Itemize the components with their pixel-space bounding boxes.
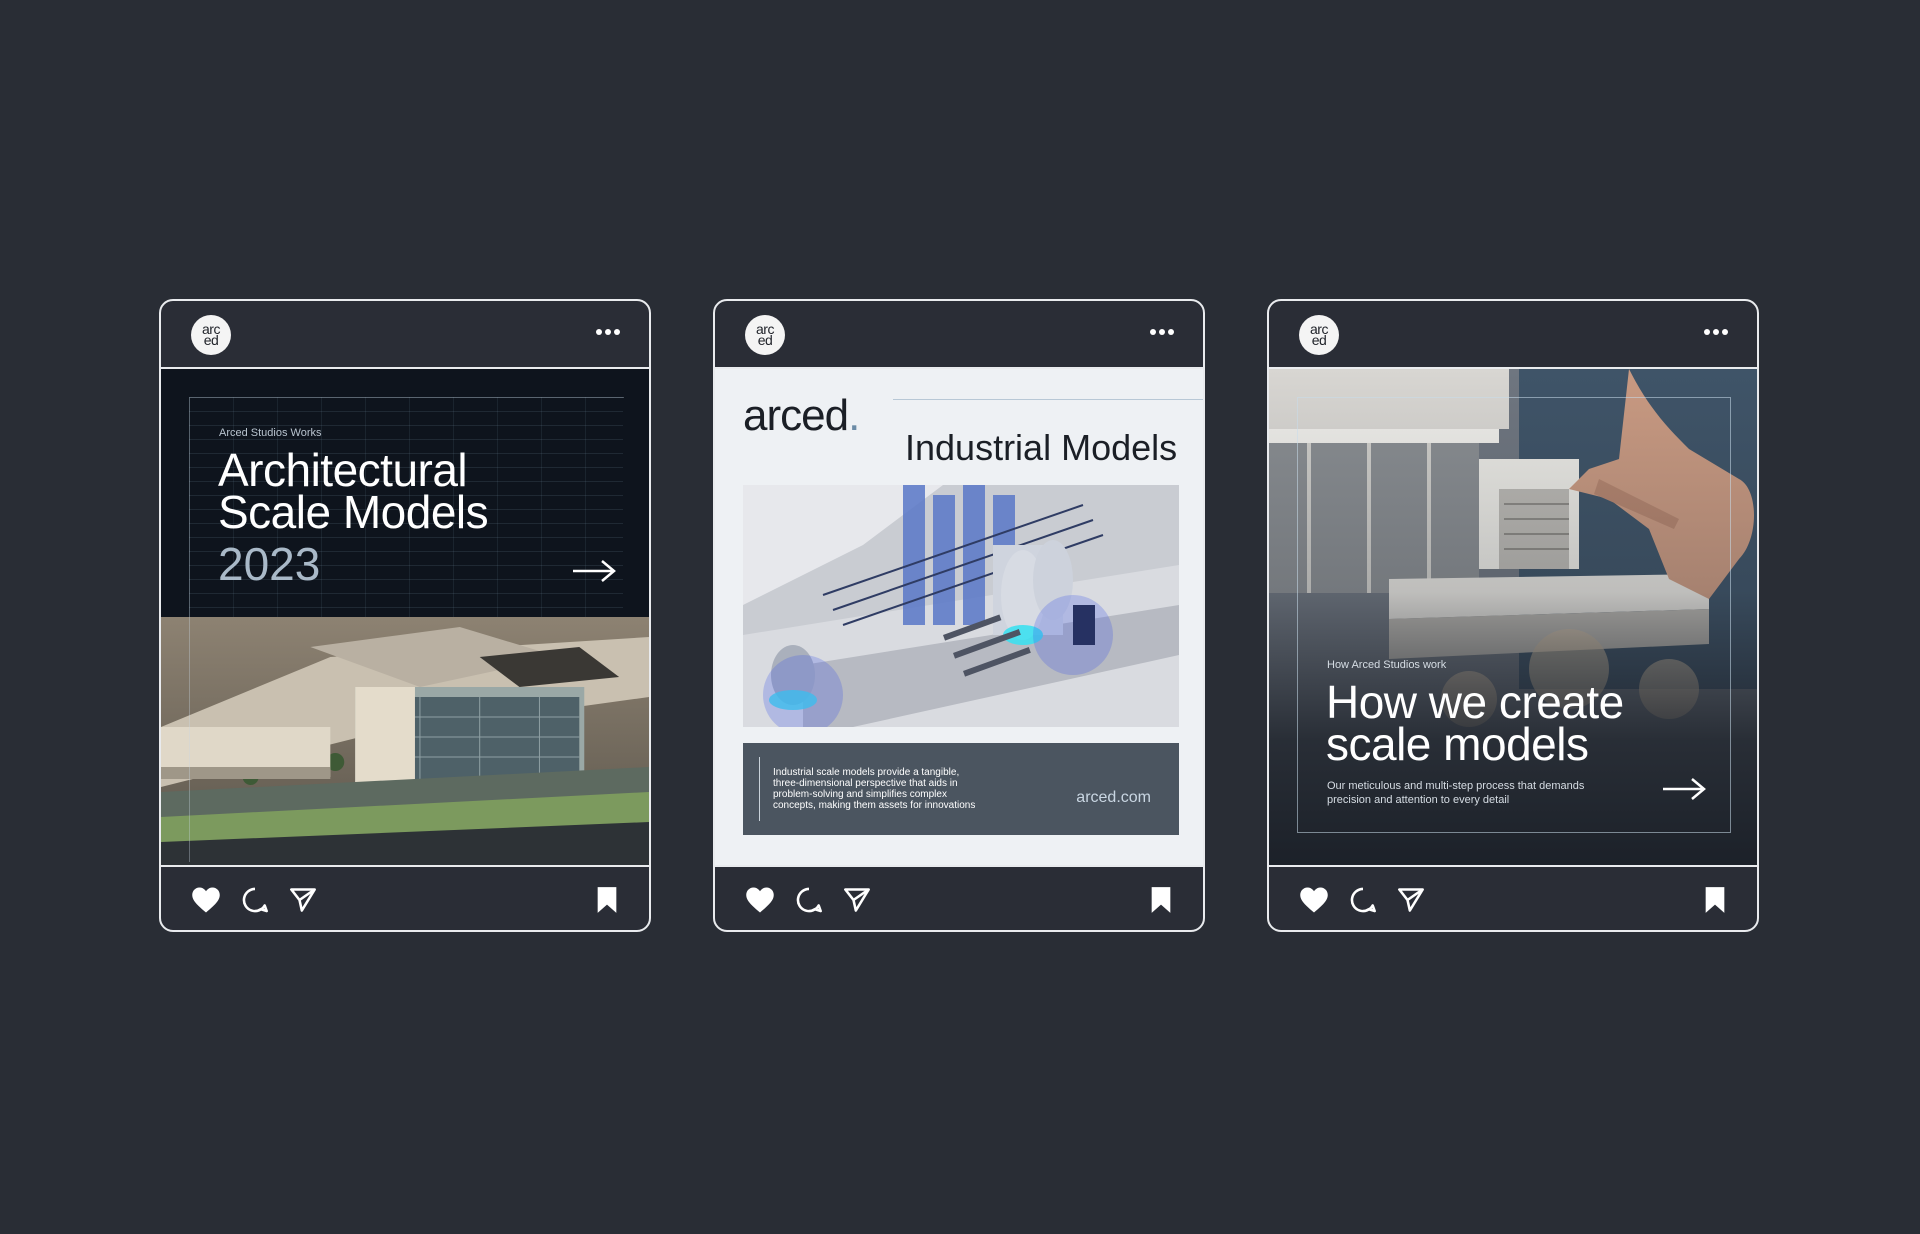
post-title-line-2: Scale Models	[218, 486, 489, 538]
post-title-line-2: scale models	[1326, 718, 1589, 770]
bookmark-icon[interactable]	[1149, 886, 1173, 914]
send-icon[interactable]	[843, 886, 871, 914]
post-header: arc ed	[715, 301, 1203, 369]
avatar-text-bottom: ed	[757, 332, 773, 348]
post-kicker: How Arced Studios work	[1327, 659, 1447, 671]
post-kicker: Arced Studios Works	[219, 427, 322, 439]
post-header: arc ed	[161, 301, 649, 369]
send-icon[interactable]	[289, 886, 317, 914]
post-title: Architectural Scale Models	[218, 444, 489, 538]
brand-logo: arced.	[743, 391, 860, 441]
avatar-text-bottom: ed	[203, 332, 219, 348]
divider	[893, 399, 1203, 400]
avatar[interactable]: arc ed	[191, 315, 231, 355]
post-image[interactable]: How Arced Studios work How we create sca…	[1269, 369, 1757, 865]
post-actions	[715, 865, 1203, 930]
bookmark-icon[interactable]	[1703, 886, 1727, 914]
post-image[interactable]: Arced Studios Works Architectural Scale …	[161, 369, 649, 865]
send-icon[interactable]	[1397, 886, 1425, 914]
heart-icon[interactable]	[1299, 886, 1329, 914]
post-title: How we create scale models	[1326, 676, 1624, 770]
info-box-text: Industrial scale models provide a tangib…	[773, 767, 976, 811]
post-header: arc ed	[1269, 301, 1757, 369]
post-title-line-1: How we create	[1326, 676, 1624, 728]
brand-logo-text: arced	[743, 391, 849, 440]
arrow-right-icon[interactable]	[571, 559, 617, 583]
industrial-model-photo	[743, 485, 1179, 727]
comment-icon[interactable]	[241, 886, 269, 914]
post-title: Industrial Models	[905, 427, 1178, 468]
brand-logo-dot: .	[848, 391, 860, 440]
heart-icon[interactable]	[745, 886, 775, 914]
comment-icon[interactable]	[1349, 886, 1377, 914]
post-card-architectural: arc ed Arced Studios Works Architectural…	[159, 299, 651, 932]
more-horizontal-icon[interactable]	[595, 328, 621, 336]
website-link[interactable]: arced.com	[1076, 789, 1151, 807]
post-title-line-1: Architectural	[218, 444, 468, 496]
post-actions	[1269, 865, 1757, 930]
post-card-industrial: arc ed arced. Industrial Models Industri…	[713, 299, 1205, 932]
avatar-text-bottom: ed	[1311, 332, 1327, 348]
more-horizontal-icon[interactable]	[1149, 328, 1175, 336]
post-card-process: arc ed How Arced Studios work How we cre…	[1267, 299, 1759, 932]
post-actions	[161, 865, 649, 930]
post-year: 2023	[218, 538, 321, 590]
bookmark-icon[interactable]	[595, 886, 619, 914]
heart-icon[interactable]	[191, 886, 221, 914]
more-horizontal-icon[interactable]	[1703, 328, 1729, 336]
post-image[interactable]: arced. Industrial Models Industrial scal…	[715, 369, 1203, 865]
comment-icon[interactable]	[795, 886, 823, 914]
post-subtitle: Our meticulous and multi-step process th…	[1327, 780, 1585, 806]
arrow-right-icon[interactable]	[1661, 777, 1707, 801]
avatar[interactable]: arc ed	[745, 315, 785, 355]
info-box-divider	[759, 757, 760, 821]
avatar[interactable]: arc ed	[1299, 315, 1339, 355]
info-box: Industrial scale models provide a tangib…	[743, 743, 1179, 835]
